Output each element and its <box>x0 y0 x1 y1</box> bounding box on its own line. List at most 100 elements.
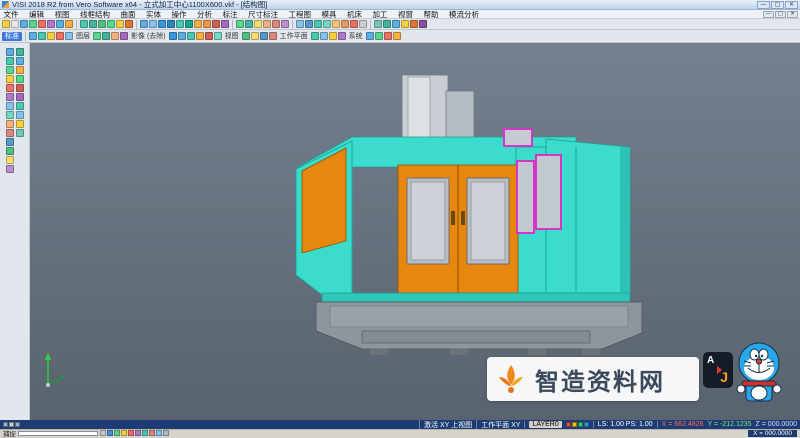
toolbar-icon[interactable] <box>38 20 46 28</box>
toolbar-icon[interactable] <box>116 20 124 28</box>
toolbar-icon[interactable] <box>269 32 277 40</box>
snap-toggle-icon[interactable] <box>121 430 127 436</box>
toolbar-icon[interactable] <box>176 20 184 28</box>
doc-minimize-button[interactable]: — <box>763 11 774 18</box>
menu-item[interactable]: 实体 <box>143 9 165 20</box>
layer-color-swatch[interactable] <box>584 422 589 427</box>
toolbar-icon[interactable] <box>332 20 340 28</box>
toolbar-icon[interactable] <box>29 20 37 28</box>
toolbar-icon[interactable] <box>374 20 382 28</box>
toolbar-icon[interactable] <box>384 32 392 40</box>
toolbar-icon[interactable] <box>187 32 195 40</box>
toolbar-icon[interactable] <box>305 20 313 28</box>
toolbar-icon[interactable] <box>16 48 24 56</box>
toolbar-icon[interactable] <box>194 20 202 28</box>
toolbar-icon[interactable] <box>338 32 346 40</box>
menu-item[interactable]: 视图 <box>51 9 73 20</box>
toolbar-icon[interactable] <box>102 32 110 40</box>
toolbar-icon[interactable] <box>65 20 73 28</box>
toolbar-icon[interactable] <box>350 20 358 28</box>
toolbar-icon[interactable] <box>140 20 148 28</box>
snap-toggle-icon[interactable] <box>149 430 155 436</box>
toolbar-icon[interactable] <box>196 32 204 40</box>
toolbar-icon[interactable] <box>16 102 24 110</box>
toolbar-icon[interactable] <box>375 32 383 40</box>
layer-color-swatch[interactable] <box>572 422 577 427</box>
toolbar-icon[interactable] <box>47 32 55 40</box>
toolbar-icon[interactable] <box>6 102 14 110</box>
toolbar-icon[interactable] <box>296 20 304 28</box>
toolbar-icon[interactable] <box>410 20 418 28</box>
toolbar-icon[interactable] <box>16 75 24 83</box>
doc-close-button[interactable]: ✕ <box>787 11 798 18</box>
toolbar-icon[interactable] <box>6 165 14 173</box>
snap-toggle-icon[interactable] <box>135 430 141 436</box>
menu-item[interactable]: 操作 <box>168 9 190 20</box>
toolbar-icon[interactable] <box>6 156 14 164</box>
toolbar-icon[interactable] <box>6 66 14 74</box>
toolbar-icon[interactable] <box>260 32 268 40</box>
toolbar-icon[interactable] <box>236 20 244 28</box>
toolbar-icon[interactable] <box>149 20 157 28</box>
menu-item[interactable]: 曲面 <box>117 9 139 20</box>
toolbar-icon[interactable] <box>393 32 401 40</box>
snap-toggle-icon[interactable] <box>142 430 148 436</box>
toolbar-icon[interactable] <box>111 32 119 40</box>
menu-item[interactable]: 文件 <box>0 9 22 20</box>
toolbar-icon[interactable] <box>20 20 28 28</box>
active-view-indicator[interactable]: 激活 XY 上视图 <box>419 420 472 430</box>
status-icon[interactable] <box>3 422 8 427</box>
toolbar-icon[interactable] <box>125 20 133 28</box>
snap-input[interactable] <box>18 431 98 436</box>
toolbar-icon[interactable] <box>203 20 211 28</box>
toolbar-icon[interactable] <box>89 20 97 28</box>
toolbar-icon[interactable] <box>272 20 280 28</box>
toolbar-icon[interactable] <box>251 32 259 40</box>
toolbar-icon[interactable] <box>2 20 10 28</box>
menu-item[interactable]: 尺寸标注 <box>245 9 282 20</box>
toolbar-icon[interactable] <box>6 48 14 56</box>
toolbar-icon[interactable] <box>245 20 253 28</box>
menu-item[interactable]: 视窗 <box>395 9 417 20</box>
menu-item[interactable]: 编辑 <box>26 9 48 20</box>
toolbar-icon[interactable] <box>366 32 374 40</box>
toolbar-icon[interactable] <box>120 32 128 40</box>
toolbar-icon[interactable] <box>158 20 166 28</box>
toolbar-icon[interactable] <box>320 32 328 40</box>
snap-toggle-icon[interactable] <box>128 430 134 436</box>
toolbar-icon[interactable] <box>242 32 250 40</box>
toolbar-icon[interactable] <box>401 20 409 28</box>
toolbar-icon[interactable] <box>311 32 319 40</box>
toolbar-icon[interactable] <box>214 32 222 40</box>
toolbar-icon[interactable] <box>80 20 88 28</box>
layer-color-swatch[interactable] <box>566 422 571 427</box>
layer-color-swatch[interactable] <box>578 422 583 427</box>
toolbar-icon[interactable] <box>11 20 19 28</box>
close-button[interactable]: ✕ <box>785 1 798 9</box>
menu-item[interactable]: 标注 <box>219 9 241 20</box>
menu-item[interactable]: 加工 <box>369 9 391 20</box>
toolbar-icon[interactable] <box>254 20 262 28</box>
snap-toggle-icon[interactable] <box>156 430 162 436</box>
toolbar-icon[interactable] <box>107 20 115 28</box>
toolbar-icon[interactable] <box>6 129 14 137</box>
snap-toggle-icon[interactable] <box>107 430 113 436</box>
toolbar-icon[interactable] <box>359 20 367 28</box>
menu-item[interactable]: 模流分析 <box>446 9 483 20</box>
toolbar-icon[interactable] <box>169 32 177 40</box>
toolbar-icon[interactable] <box>98 20 106 28</box>
toolbar-icon[interactable] <box>65 32 73 40</box>
toolbar-icon[interactable] <box>323 20 331 28</box>
toolbar-icon[interactable] <box>167 20 175 28</box>
toolbar-icon[interactable] <box>205 32 213 40</box>
snap-toggle-icon[interactable] <box>114 430 120 436</box>
toolbar-icon[interactable] <box>38 32 46 40</box>
toolbar-icon[interactable] <box>6 120 14 128</box>
standard-tab[interactable]: 标准 <box>2 32 22 41</box>
toolbar-icon[interactable] <box>16 129 24 137</box>
menu-item[interactable]: 帮助 <box>420 9 442 20</box>
toolbar-icon[interactable] <box>314 20 322 28</box>
toolbar-icon[interactable] <box>212 20 220 28</box>
menu-item[interactable]: 线框结构 <box>77 9 114 20</box>
toolbar-icon[interactable] <box>16 84 24 92</box>
